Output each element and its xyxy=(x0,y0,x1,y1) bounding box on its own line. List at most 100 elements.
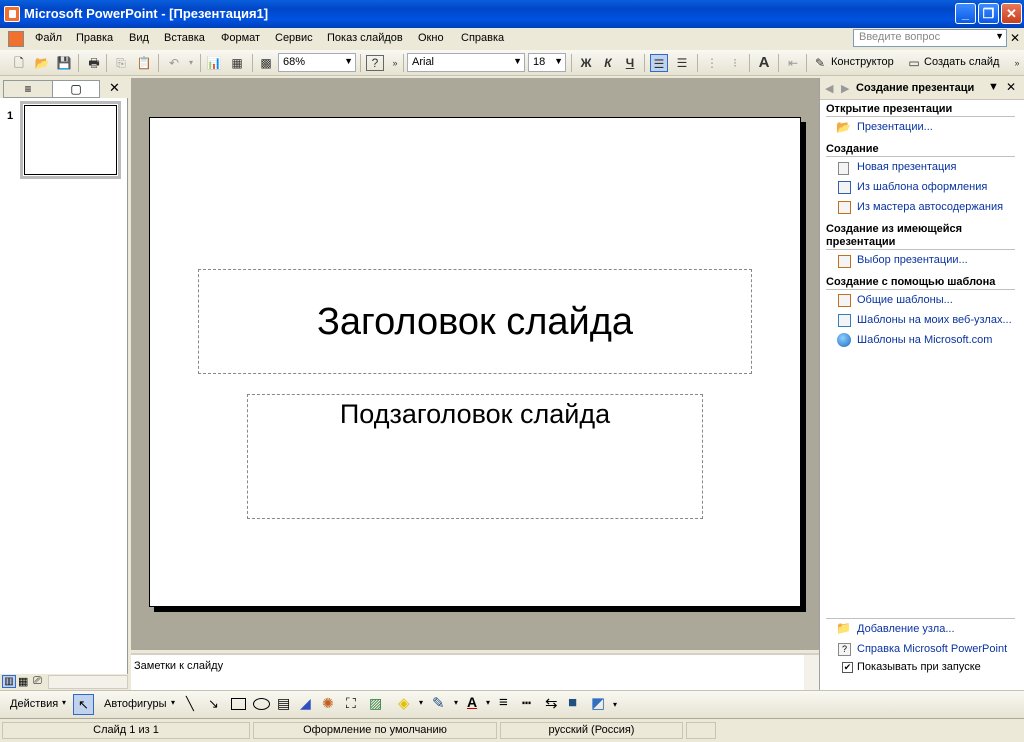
restore-button[interactable]: ❐ xyxy=(978,3,999,24)
italic-button[interactable]: К xyxy=(599,54,617,72)
menu-view[interactable]: Вид xyxy=(129,32,149,44)
forward-icon[interactable]: ▶ xyxy=(841,82,849,95)
zoom-select[interactable]: 68% ▼ xyxy=(278,53,356,72)
clipart-icon[interactable]: ⛶ xyxy=(346,695,356,712)
slide-subtitle-placeholder[interactable]: Подзаголовок слайда xyxy=(247,394,703,519)
bullets-icon[interactable]: ⁝ xyxy=(726,54,744,72)
chevron-down-icon[interactable]: ▾ xyxy=(486,698,490,707)
wordart-icon[interactable]: ◢ xyxy=(300,695,311,712)
numbering-icon[interactable]: ⋮ xyxy=(703,54,721,72)
chevron-down-icon[interactable]: ▾ xyxy=(62,698,66,707)
line-color-icon[interactable]: ✎ xyxy=(432,694,445,712)
minimize-button[interactable]: _ xyxy=(955,3,976,24)
chevron-down-icon[interactable]: ▼ xyxy=(554,56,563,66)
chevron-down-icon[interactable]: ▾ xyxy=(171,698,175,707)
chevron-down-icon[interactable]: ▾ xyxy=(613,700,617,709)
chevron-down-icon[interactable]: ▼ xyxy=(513,56,522,66)
link-add-node[interactable]: Добавление узла... xyxy=(857,623,955,635)
link-general-templates[interactable]: Общие шаблоны... xyxy=(857,294,953,306)
insert-chart-icon[interactable]: 📊 xyxy=(205,54,223,72)
align-center-icon[interactable]: ☰ xyxy=(673,54,691,72)
menu-insert[interactable]: Вставка xyxy=(164,32,205,44)
decrease-indent-icon[interactable]: ⇤ xyxy=(784,54,802,72)
3d-icon[interactable]: ◩ xyxy=(591,694,605,712)
chevron-down-icon[interactable]: ▾ xyxy=(419,698,423,707)
menu-help[interactable]: Справка xyxy=(461,32,504,44)
link-microsoft-templates[interactable]: Шаблоны на Microsoft.com xyxy=(857,334,992,346)
align-left-icon[interactable]: ☰ xyxy=(650,54,668,72)
autoshapes-menu[interactable]: Автофигуры xyxy=(104,698,167,710)
slide-sorter-icon[interactable]: ▦ xyxy=(18,675,28,688)
designer-icon[interactable]: ✎ xyxy=(812,54,828,72)
close-button[interactable]: ✕ xyxy=(1001,3,1022,24)
chevron-down-icon[interactable]: ▼ xyxy=(995,31,1004,41)
grid-icon[interactable]: ▩ xyxy=(257,54,275,72)
line-icon[interactable]: ╲ xyxy=(186,696,194,712)
ask-question-input[interactable]: Введите вопрос ▼ xyxy=(853,29,1007,47)
undo-dropdown-icon[interactable]: ▾ xyxy=(182,54,200,72)
toolbar-options-icon[interactable]: » xyxy=(386,54,404,72)
actions-menu[interactable]: Действия xyxy=(10,698,58,710)
picture-icon[interactable]: ▨ xyxy=(369,695,382,712)
select-pointer-icon[interactable]: ↖ xyxy=(73,694,94,715)
new-slide-button[interactable]: Создать слайд xyxy=(924,56,999,68)
font-size-select[interactable]: 18 ▼ xyxy=(528,53,566,72)
link-powerpoint-help[interactable]: Справка Microsoft PowerPoint xyxy=(857,643,1007,655)
font-color-icon[interactable]: A xyxy=(467,694,477,710)
menu-file[interactable]: Файл xyxy=(35,32,62,44)
tab-slides[interactable]: ▢ xyxy=(52,80,100,98)
dash-style-icon[interactable]: ┅ xyxy=(522,694,531,712)
show-at-startup-checkbox[interactable]: ✔ xyxy=(842,662,853,673)
normal-view-icon[interactable]: ▥ xyxy=(2,675,16,688)
increase-font-icon[interactable]: A xyxy=(755,54,773,72)
slide-thumbnail[interactable] xyxy=(20,101,121,179)
menu-edit[interactable]: Правка xyxy=(76,32,113,44)
save-icon[interactable]: 💾 xyxy=(55,54,73,72)
undo-icon[interactable]: ↶ xyxy=(165,54,183,72)
link-web-templates[interactable]: Шаблоны на моих веб-узлах... xyxy=(857,314,1012,326)
shadow-icon[interactable]: ■ xyxy=(568,694,577,711)
powerpoint-app-icon[interactable] xyxy=(4,6,20,22)
help-icon[interactable]: ? xyxy=(366,55,384,71)
line-style-icon[interactable]: ≡ xyxy=(499,694,508,711)
paste-icon[interactable]: 📋 xyxy=(135,54,153,72)
tab-outline[interactable]: ≡ xyxy=(3,80,53,98)
open-icon[interactable]: 📂 xyxy=(33,54,51,72)
link-from-design-template[interactable]: Из шаблона оформления xyxy=(857,181,987,193)
new-slide-icon[interactable]: ▭ xyxy=(906,54,922,72)
menu-tools[interactable]: Сервис xyxy=(275,32,313,44)
toolbar-options-icon[interactable]: » xyxy=(1008,54,1024,72)
underline-button[interactable]: Ч xyxy=(621,54,639,72)
back-icon[interactable]: ◀ xyxy=(825,82,833,95)
copy-icon[interactable]: ⎘ xyxy=(112,54,130,72)
new-icon[interactable]: 🗋 xyxy=(10,54,28,72)
menu-slideshow[interactable]: Показ слайдов xyxy=(327,32,403,44)
menu-window[interactable]: Окно xyxy=(418,32,444,44)
arrow-style-icon[interactable]: ⇆ xyxy=(545,694,558,712)
link-choose-presentation[interactable]: Выбор презентации... xyxy=(857,254,968,266)
font-select[interactable]: Arial ▼ xyxy=(407,53,525,72)
rectangle-icon[interactable] xyxy=(231,698,246,710)
link-autocontent-wizard[interactable]: Из мастера автосодержания xyxy=(857,201,1003,213)
designer-button[interactable]: Конструктор xyxy=(831,56,894,68)
close-task-pane-icon[interactable]: ✕ xyxy=(1006,80,1016,94)
chevron-down-icon[interactable]: ▼ xyxy=(988,81,999,93)
slide-title-placeholder[interactable]: Заголовок слайда xyxy=(198,269,752,374)
fill-color-icon[interactable]: ◈ xyxy=(398,694,410,712)
oval-icon[interactable] xyxy=(253,698,270,710)
document-icon[interactable] xyxy=(8,31,24,47)
slideshow-icon[interactable]: ⎚ xyxy=(33,675,42,688)
arrow-icon[interactable]: ↘ xyxy=(208,696,219,712)
close-document-icon[interactable]: ✕ xyxy=(1010,31,1020,45)
menu-format[interactable]: Формат xyxy=(221,32,260,44)
close-pane-icon[interactable]: ✕ xyxy=(109,80,120,96)
notes-scrollbar[interactable] xyxy=(804,655,819,690)
horizontal-scrollbar[interactable] xyxy=(48,675,128,689)
link-new-presentation[interactable]: Новая презентация xyxy=(857,161,956,173)
link-presentations[interactable]: Презентации... xyxy=(857,121,933,133)
print-icon[interactable]: 🖶 xyxy=(85,54,103,72)
insert-table-icon[interactable]: ▦ xyxy=(228,54,246,72)
chevron-down-icon[interactable]: ▾ xyxy=(454,698,458,707)
diagram-icon[interactable]: ✺ xyxy=(322,695,334,712)
notes-pane[interactable]: Заметки к слайду xyxy=(131,653,819,691)
